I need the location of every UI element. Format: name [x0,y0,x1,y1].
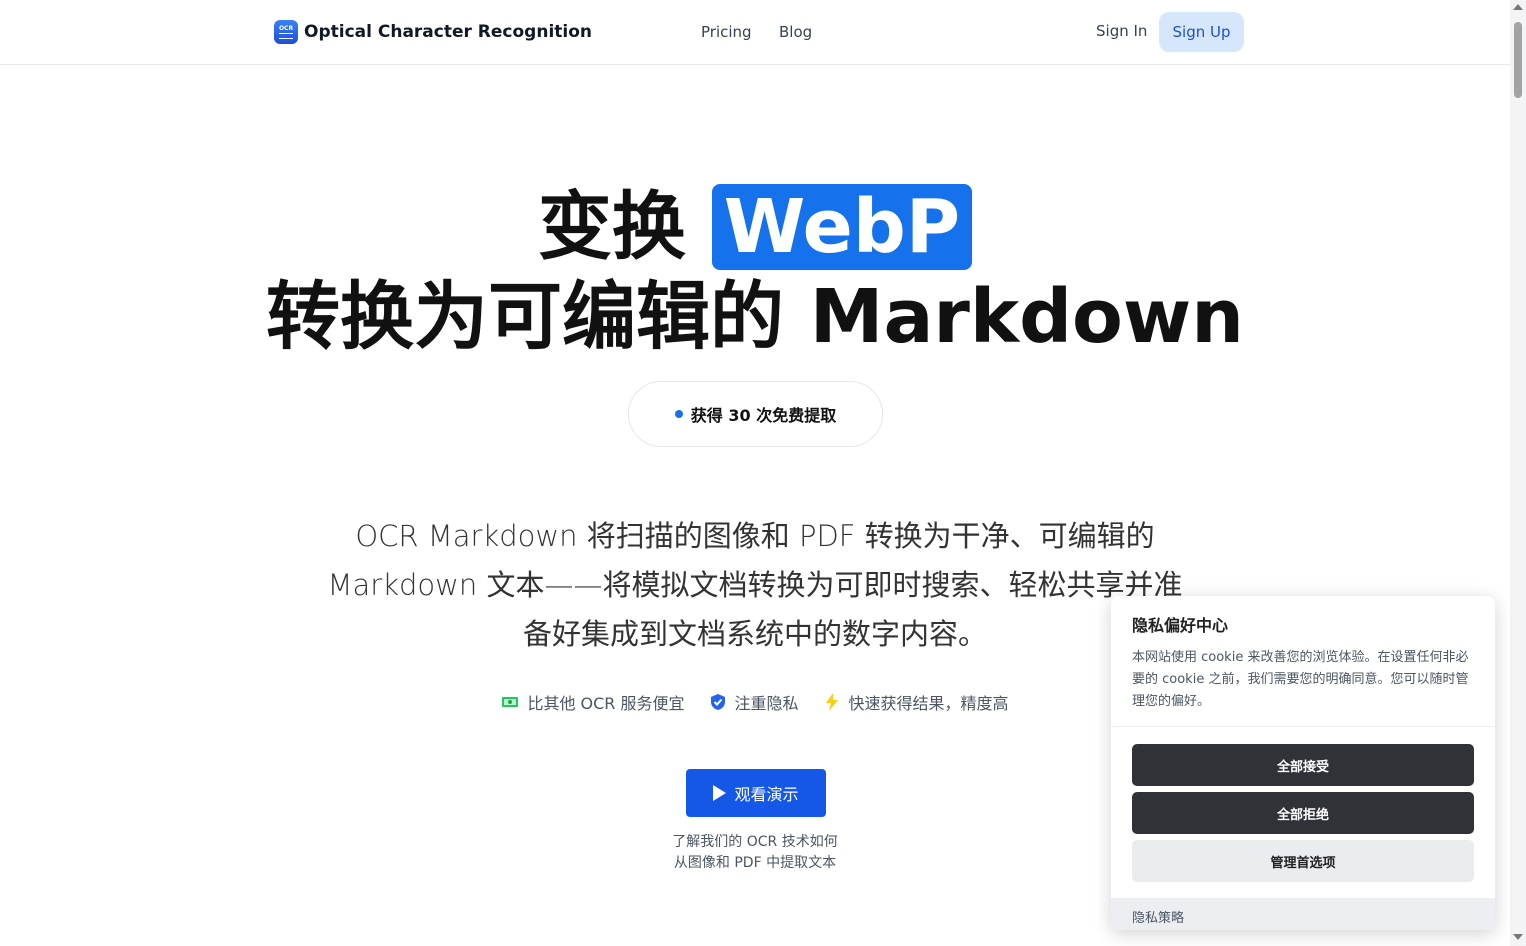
reject-all-button[interactable]: 全部拒绝 [1132,792,1474,834]
feature-item: 注重隐私 [709,690,799,714]
hero-title-line2: 转换为可编辑的 Markdown [266,274,1244,360]
privacy-preference-center: 隐私偏好中心 本网站使用 cookie 来改善您的浏览体验。在设置任何非必要的 … [1111,596,1495,930]
nav-pricing-link[interactable]: Pricing [701,23,752,41]
dot-icon [674,410,683,418]
watch-demo-label: 观看演示 [734,785,799,804]
feature-label: 比其他 OCR 服务便宜 [527,694,685,713]
feature-label: 快速获得结果，精度高 [848,694,1009,713]
cookie-title: 隐私偏好中心 [1132,616,1229,635]
privacy-policy-link[interactable]: 隐私策略 [1132,907,1184,926]
lightning-icon [823,693,841,711]
hero-description: OCR Markdown 将扫描的图像和 PDF 转换为干净、可编辑的 Mark… [327,519,1183,651]
scroll-up-arrow-icon[interactable] [1513,4,1523,10]
sign-in-link[interactable]: Sign In [1096,22,1147,40]
feature-label: 注重隐私 [734,694,799,713]
page-scrollbar[interactable] [1510,0,1526,946]
brand-link[interactable]: OCR Optical Character Recognition [274,20,592,44]
play-icon [713,785,727,801]
sign-up-button[interactable]: Sign Up [1159,12,1244,52]
accept-all-button[interactable]: 全部接受 [1132,744,1474,786]
scroll-down-arrow-icon[interactable] [1513,934,1523,940]
manage-preferences-button[interactable]: 管理首选项 [1132,840,1474,882]
scroll-thumb[interactable] [1514,22,1522,98]
free-extractions-pill[interactable]: 获得 30 次免费提取 [628,381,883,447]
watch-demo-button[interactable]: 观看演示 [686,769,826,817]
top-navbar: OCR Optical Character Recognition Pricin… [0,0,1510,65]
divider [1111,726,1495,727]
shield-icon [709,693,727,711]
hero-title-highlight: WebP [711,184,973,270]
ocr-logo-icon: OCR [274,20,298,44]
pill-label: 获得 30 次免费提取 [690,406,837,425]
nav-blog-link[interactable]: Blog [779,23,812,41]
feature-item: 比其他 OCR 服务便宜 [501,690,685,714]
hero-title-prefix: 变换 [537,184,686,270]
cookie-footer: 隐私策略 [1111,898,1495,930]
hero-title-line1: 变换 WebP [0,182,1510,272]
feature-item: 快速获得结果，精度高 [823,690,1009,714]
brand-name: Optical Character Recognition [304,22,593,42]
money-icon [501,693,519,711]
cookie-description: 本网站使用 cookie 来改善您的浏览体验。在设置任何非必要的 cookie … [1132,650,1469,709]
logo-text: OCR [278,25,294,32]
